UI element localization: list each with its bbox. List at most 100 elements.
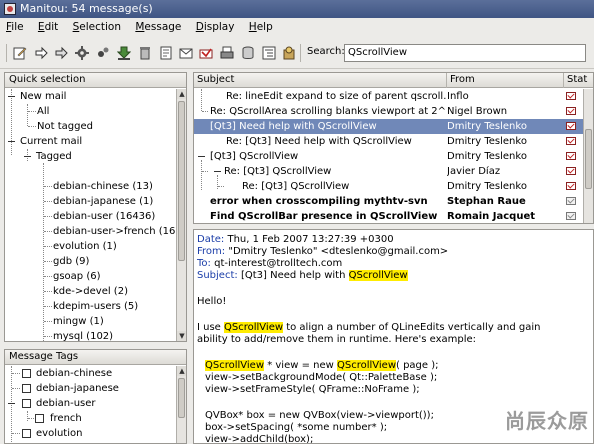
menu-file[interactable]: File bbox=[6, 21, 24, 33]
code-line-1: QScrollView * view = new QScrollView( pa… bbox=[205, 360, 439, 371]
settings-icon[interactable] bbox=[74, 45, 90, 61]
tree-item-debian-chinese[interactable]: debian-chinese (13) bbox=[53, 179, 153, 194]
read-mail-icon bbox=[566, 197, 576, 205]
print-icon[interactable] bbox=[219, 45, 235, 61]
app-icon bbox=[4, 3, 16, 15]
tag-item-debian-chinese[interactable]: debian-chinese bbox=[36, 366, 112, 381]
window-title: Manitou: 54 message(s) bbox=[20, 2, 153, 15]
menu-display[interactable]: Display bbox=[196, 21, 235, 33]
search-input[interactable]: QScrollView bbox=[344, 44, 586, 62]
tag-icon[interactable] bbox=[95, 45, 111, 61]
tag-checkbox[interactable] bbox=[22, 369, 31, 378]
message-from: Dmitry Teslenko bbox=[447, 181, 527, 192]
thread-icon[interactable] bbox=[261, 45, 277, 61]
message-row[interactable]: [Qt3] QScrollView Dmitry Teslenko bbox=[194, 149, 584, 164]
next-icon[interactable] bbox=[53, 45, 69, 61]
column-from[interactable]: From bbox=[447, 73, 564, 88]
save-icon[interactable] bbox=[116, 45, 132, 61]
message-row[interactable]: Re: QScrollArea scrolling blanks viewpor… bbox=[194, 104, 584, 119]
message-from: Dmitry Teslenko bbox=[447, 151, 527, 162]
message-rows: Re: lineEdit expand to size of parent qs… bbox=[194, 89, 584, 223]
tree-item-kdepim-users[interactable]: kdepim-users (5) bbox=[53, 299, 138, 314]
tree-item-not-tagged[interactable]: Not tagged bbox=[37, 119, 93, 134]
tree-item-tagged[interactable]: Tagged bbox=[36, 149, 72, 164]
scroll-up-icon[interactable]: ▲ bbox=[177, 366, 186, 376]
tree-item-all[interactable]: All bbox=[37, 104, 49, 119]
forward-icon[interactable] bbox=[33, 45, 49, 61]
message-row[interactable]: Re: [Qt3] QScrollView Dmitry Teslenko bbox=[194, 179, 584, 194]
tree-item-mingw[interactable]: mingw (1) bbox=[53, 314, 104, 329]
tags-scrollbar[interactable]: ▲ bbox=[176, 366, 186, 443]
tag-checkbox[interactable] bbox=[22, 429, 31, 438]
message-from: Javier Díaz bbox=[447, 166, 501, 177]
menu-edit[interactable]: Edit bbox=[38, 21, 58, 33]
column-subject[interactable]: Subject bbox=[194, 73, 447, 88]
scroll-thumb[interactable] bbox=[585, 129, 592, 189]
search-label: Search: bbox=[307, 46, 345, 57]
tag-item-debian-japanese[interactable]: debian-japanese bbox=[36, 381, 119, 396]
unread-mail-icon bbox=[566, 152, 576, 160]
tree-item-debian-user-french[interactable]: debian-user->french (1639 bbox=[53, 224, 176, 239]
message-subject: Re: lineEdit expand to size of parent qs… bbox=[226, 91, 446, 102]
message-list-scrollbar[interactable] bbox=[583, 89, 593, 223]
scroll-up-icon[interactable]: ▲ bbox=[177, 89, 186, 99]
tag-item-evolution[interactable]: evolution bbox=[36, 426, 82, 441]
menu-help[interactable]: Help bbox=[249, 21, 273, 33]
trash-icon[interactable] bbox=[137, 45, 153, 61]
quick-selection-panel: Quick selection New mail All Not tagged … bbox=[4, 72, 187, 342]
tree-item-new-mail[interactable]: New mail bbox=[20, 89, 66, 104]
code-line-2: view->setBackgroundMode( Qt::PaletteBase… bbox=[205, 372, 438, 383]
tree-item-evolution[interactable]: evolution (1) bbox=[53, 239, 117, 254]
address-book-icon[interactable] bbox=[158, 45, 174, 61]
unread-mail-icon bbox=[566, 137, 576, 145]
tag-checkbox[interactable] bbox=[22, 384, 31, 393]
body-line-2: ability to add/remove them in runtime. H… bbox=[197, 334, 477, 345]
read-mail-icon bbox=[566, 212, 576, 220]
menu-selection[interactable]: Selection bbox=[73, 21, 121, 33]
mail-check-icon[interactable] bbox=[178, 45, 194, 61]
message-list: Subject From Stat Re: lineEdit expand to… bbox=[193, 72, 594, 224]
tag-item-french[interactable]: french bbox=[50, 411, 82, 426]
tree-item-kde-devel[interactable]: kde->devel (2) bbox=[53, 284, 128, 299]
message-from: Stephan Raue bbox=[447, 196, 526, 207]
toolbar: Search: QScrollView bbox=[0, 37, 594, 69]
message-row[interactable]: Re: [Qt3] Need help with QScrollView Dmi… bbox=[194, 134, 584, 149]
code-line-6: view->addChild(box); bbox=[205, 434, 314, 444]
code-line-5: box->setSpacing( *some number* ); bbox=[205, 422, 388, 433]
header-to: To: qt-interest@trolltech.com bbox=[197, 258, 343, 269]
message-tags-panel: Message Tags debian-chinese debian-japan… bbox=[4, 349, 187, 444]
scroll-thumb[interactable] bbox=[178, 101, 185, 261]
tree-item-debian-user[interactable]: debian-user (16436) bbox=[53, 209, 155, 224]
header-date: Date: Thu, 1 Feb 2007 13:27:39 +0300 bbox=[197, 234, 394, 245]
tree-item-debian-japanese[interactable]: debian-japanese (1) bbox=[53, 194, 153, 209]
column-stat[interactable]: Stat bbox=[564, 73, 587, 88]
message-row[interactable]: Re: [Qt3] QScrollView Javier Díaz bbox=[194, 164, 584, 179]
message-subject: [Qt3] Need help with QScrollView bbox=[210, 121, 377, 132]
unread-mail-icon bbox=[566, 92, 576, 100]
tree-item-mysql[interactable]: mysql (102) bbox=[53, 329, 113, 341]
unread-mail-icon bbox=[566, 107, 576, 115]
message-row[interactable]: Re: lineEdit expand to size of parent qs… bbox=[194, 89, 584, 104]
tag-item-debian-user[interactable]: debian-user bbox=[36, 396, 96, 411]
archive-icon[interactable] bbox=[240, 45, 256, 61]
tree-item-gdb[interactable]: gdb (9) bbox=[53, 254, 89, 269]
tag-checkbox[interactable] bbox=[22, 399, 31, 408]
scroll-thumb[interactable] bbox=[178, 378, 185, 418]
tree-item-current-mail[interactable]: Current mail bbox=[20, 134, 82, 149]
message-row-selected[interactable]: [Qt3] Need help with QScrollView Dmitry … bbox=[194, 119, 584, 134]
compose-icon[interactable] bbox=[12, 45, 28, 61]
tree-item-gsoap[interactable]: gsoap (6) bbox=[53, 269, 101, 284]
bookmark-icon[interactable] bbox=[281, 45, 297, 61]
message-tags-tree: debian-chinese debian-japanese debian-us… bbox=[5, 366, 176, 443]
quick-selection-scrollbar[interactable]: ▲ ▼ bbox=[176, 89, 186, 341]
scroll-down-icon[interactable]: ▼ bbox=[177, 331, 186, 341]
unread-mail-icon bbox=[566, 167, 576, 175]
message-row[interactable]: error when crosscompiling mythtv-svn Ste… bbox=[194, 194, 584, 209]
message-row[interactable]: Find QScrollBar presence in QScrollView … bbox=[194, 209, 584, 223]
reply-icon[interactable] bbox=[198, 45, 214, 61]
unread-mail-icon bbox=[566, 122, 576, 130]
menu-message[interactable]: Message bbox=[135, 21, 181, 33]
message-subject: Re: [Qt3] QScrollView bbox=[224, 166, 332, 177]
message-list-header: Subject From Stat bbox=[194, 73, 593, 88]
tag-checkbox[interactable] bbox=[35, 414, 44, 423]
